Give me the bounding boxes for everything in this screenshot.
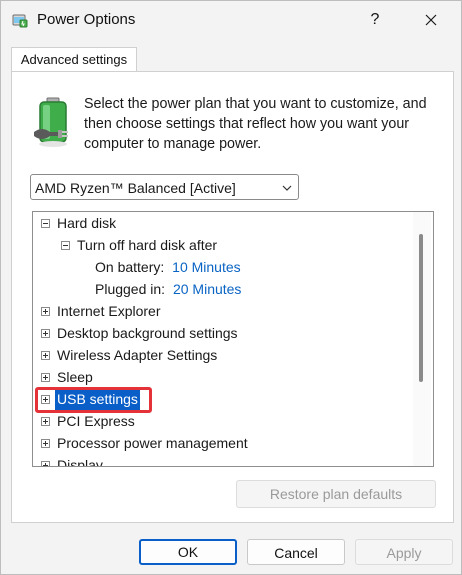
intro-text: Select the power plan that you want to c… [84, 96, 427, 152]
collapse-icon[interactable] [61, 241, 70, 250]
expand-icon[interactable] [41, 329, 50, 338]
on-battery-label: On battery: [95, 259, 165, 275]
close-button[interactable] [411, 5, 451, 35]
window-title: Power Options [37, 11, 136, 28]
power-options-icon [11, 11, 29, 29]
power-options-dialog: Power Options ? Advanced settings Select… [0, 0, 462, 575]
expand-icon[interactable] [41, 307, 50, 316]
advanced-settings-panel: Select the power plan that you want to c… [11, 71, 454, 523]
expand-icon[interactable] [41, 439, 50, 448]
plugged-in-label: Plugged in: [95, 281, 166, 297]
tree-item-label: Internet Explorer [57, 303, 161, 319]
tree-item-label: Turn off hard disk after [77, 237, 218, 253]
power-plan-select[interactable]: AMD Ryzen™ Balanced [Active] [30, 174, 299, 200]
tree-item-label: Wireless Adapter Settings [57, 347, 218, 363]
restore-plan-defaults-button[interactable]: Restore plan defaults [236, 480, 436, 508]
expand-icon[interactable] [41, 417, 50, 426]
tree-item-on-battery: On battery: 10 Minutes [95, 256, 241, 278]
settings-tree[interactable]: Hard disk Turn off hard disk after On ba… [32, 211, 434, 467]
on-battery-value-link[interactable]: 10 Minutes [172, 259, 240, 275]
battery-plan-icon [34, 96, 74, 148]
title-bar[interactable]: Power Options ? [1, 1, 461, 39]
tree-item-label: Hard disk [57, 215, 117, 231]
tab-advanced-settings[interactable]: Advanced settings [11, 47, 137, 72]
tree-item-plugged-in: Plugged in: 20 Minutes [95, 278, 241, 300]
tree-item-label: Sleep [57, 369, 93, 385]
ok-button[interactable]: OK [139, 539, 237, 565]
scrollbar-thumb[interactable] [419, 234, 423, 382]
cancel-button[interactable]: Cancel [247, 539, 345, 565]
chevron-down-icon [282, 185, 292, 191]
tree-item-label: Desktop background settings [57, 325, 238, 341]
collapse-icon[interactable] [41, 219, 50, 228]
expand-icon[interactable] [41, 351, 50, 360]
apply-button[interactable]: Apply [355, 539, 453, 565]
help-button[interactable]: ? [357, 5, 393, 35]
expand-icon[interactable] [41, 373, 50, 382]
plugged-in-value-link[interactable]: 20 Minutes [173, 281, 241, 297]
tree-scrollbar[interactable] [413, 212, 431, 466]
tree-item-label: PCI Express [57, 413, 135, 429]
tree-item-label: Display [57, 457, 103, 467]
close-icon [425, 14, 437, 26]
tree-item-label: Processor power management [57, 435, 248, 451]
power-plan-select-value: AMD Ryzen™ Balanced [Active] [35, 180, 236, 196]
expand-icon[interactable] [41, 461, 50, 466]
